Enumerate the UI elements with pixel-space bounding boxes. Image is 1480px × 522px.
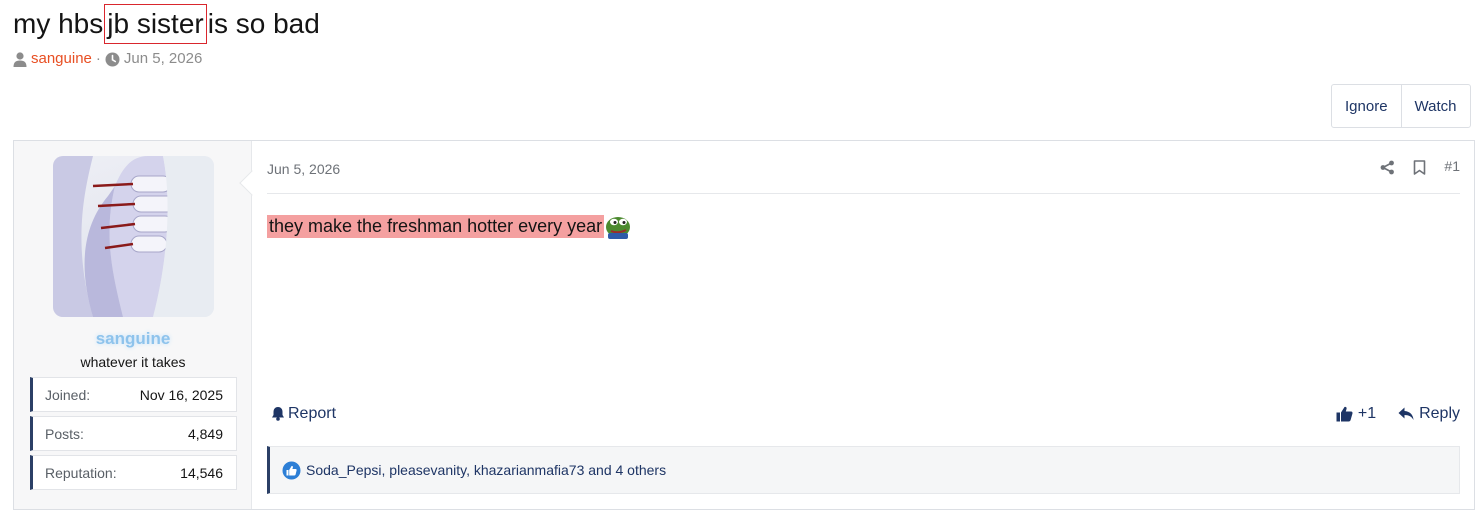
reply-icon [1398,405,1414,423]
meta-separator: · [95,50,101,67]
ignore-button[interactable]: Ignore [1332,85,1401,127]
reactions-bar[interactable]: Soda_Pepsi, pleasevanity, khazarianmafia… [267,446,1460,494]
thread-title-highlight: jb sister [104,4,207,44]
like-reaction-icon [282,461,301,480]
thread-author-link[interactable]: sanguine [31,50,92,67]
post-user-title: whatever it takes [80,354,186,370]
thread-title-end: is so bad [207,8,320,39]
stat-reputation: Reputation: 14,546 [30,455,237,490]
stat-label: Reputation: [45,464,117,481]
post: sanguine whatever it takes Joined: Nov 1… [13,140,1475,510]
post-actions-top: #1 [1380,158,1460,175]
stat-label: Joined: [45,386,91,403]
bell-icon [271,405,285,423]
post-user-panel: sanguine whatever it takes Joined: Nov 1… [14,141,265,509]
watch-button[interactable]: Watch [1400,85,1470,127]
like-button[interactable]: +1 [1336,405,1376,423]
reply-button[interactable]: Reply [1398,405,1460,423]
thread-title-start: my hbs [13,8,104,39]
like-label: +1 [1357,405,1377,422]
stat-label: Posts: [45,425,84,442]
stat-value: 4,849 [187,425,223,442]
reply-label: Reply [1419,405,1460,422]
post-date[interactable]: Jun 5, 2026 [267,161,340,177]
reactions-text[interactable]: Soda_Pepsi, pleasevanity, khazarianmafia… [306,462,666,478]
avatar[interactable] [53,156,214,317]
report-button[interactable]: Report [271,405,336,423]
thread-action-buttons: Ignore Watch [1331,84,1471,128]
report-label: Report [288,405,337,422]
post-body-text: they make the freshman hotter every year [267,214,605,238]
stat-value: 14,546 [180,464,223,481]
thread-date[interactable]: Jun 5, 2026 [124,50,202,67]
stat-value: Nov 16, 2025 [139,386,223,403]
post-username[interactable]: sanguine [14,329,252,349]
thread-title: my hbs jb sister is so bad [13,4,320,44]
post-main: Jun 5, 2026 #1 they make the freshman ho… [252,141,1474,509]
post-body: they make the freshman hotter every year [267,213,632,239]
post-number[interactable]: #1 [1444,158,1460,174]
pepe-emoji [604,213,632,239]
stat-joined: Joined: Nov 16, 2025 [30,377,237,412]
bookmark-icon[interactable] [1413,158,1426,175]
user-icon [13,50,27,67]
post-divider [267,193,1460,194]
clock-icon [105,50,120,67]
share-icon[interactable] [1380,158,1395,175]
stat-posts: Posts: 4,849 [30,416,237,451]
post-actions-bottom: +1 Reply [1336,405,1460,423]
thumbs-up-icon [1336,405,1353,423]
thread-meta: sanguine · Jun 5, 2026 [13,50,202,67]
